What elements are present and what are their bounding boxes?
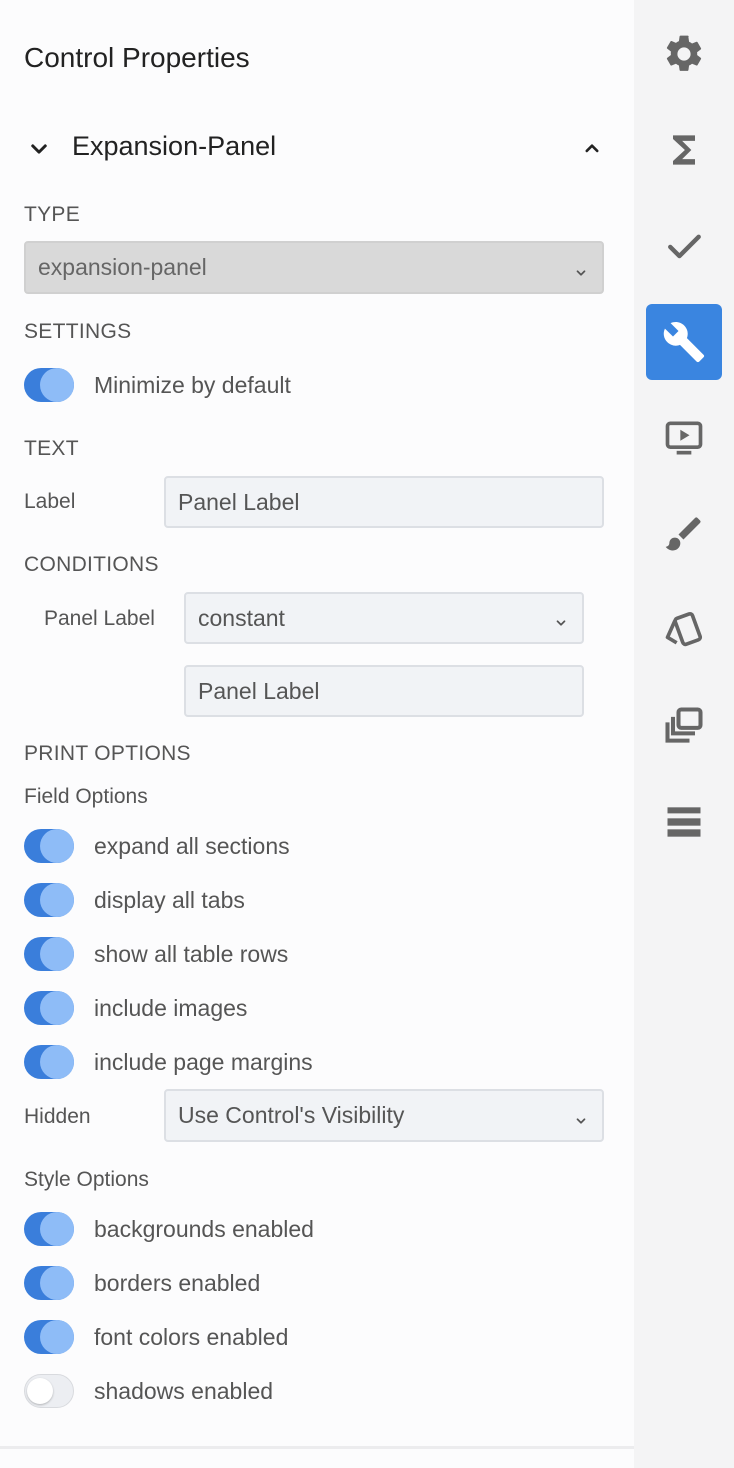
panel-bottom-divider [0,1446,634,1449]
conditions-heading: CONDITIONS [24,553,159,576]
backgrounds-enabled-label: backgrounds enabled [94,1216,314,1242]
cards-icon[interactable] [646,592,722,668]
control-properties-panel: Control Properties Expansion-Panel TYPE … [0,0,634,1468]
shadows-enabled-label: shadows enabled [94,1378,274,1404]
style-options-label: Style Options [24,1168,149,1191]
type-select[interactable]: expansion-panel [24,241,604,294]
label-input[interactable]: Panel Label [164,476,604,528]
condition-mode-value: constant [198,604,285,631]
minimize-label: Minimize by default [94,372,291,398]
borders-enabled-label: borders enabled [94,1270,261,1296]
borders-enabled-toggle[interactable] [24,1266,74,1300]
chevron-up-icon[interactable] [578,134,606,162]
video-play-icon[interactable] [646,400,722,476]
font-colors-enabled-toggle[interactable] [24,1320,74,1354]
condition-field-label: Panel Label [44,607,155,630]
hidden-select[interactable]: Use Control's Visibility [164,1089,604,1142]
stack-icon[interactable] [646,688,722,764]
expand-all-sections-toggle[interactable] [24,829,74,863]
print-options-heading: PRINT OPTIONS [24,742,191,765]
text-heading: TEXT [24,437,79,460]
include-images-label: include images [94,995,248,1021]
settings-heading: SETTINGS [24,320,132,343]
hidden-label: Hidden [24,1105,91,1128]
chevron-down-icon [554,609,568,626]
display-all-tabs-toggle[interactable] [24,883,74,917]
shadows-enabled-toggle[interactable] [24,1374,74,1408]
condition-value-input[interactable]: Panel Label [184,665,584,717]
include-images-toggle[interactable] [24,991,74,1025]
display-all-tabs-label: display all tabs [94,887,245,913]
list-icon[interactable] [646,784,722,860]
gear-icon[interactable] [646,16,722,92]
sigma-icon[interactable] [646,112,722,188]
expand-all-sections-label: expand all sections [94,833,290,859]
hidden-select-value: Use Control's Visibility [178,1102,405,1128]
condition-value-text: Panel Label [198,677,320,704]
include-page-margins-label: include page margins [94,1049,313,1075]
show-all-table-rows-toggle[interactable] [24,937,74,971]
type-select-value: expansion-panel [38,254,207,280]
chevron-down-icon [574,1107,588,1124]
wrench-icon[interactable] [646,304,722,380]
page-title: Control Properties [24,42,250,73]
chevron-down-icon[interactable] [24,134,54,164]
expansion-panel-title[interactable]: Expansion-Panel [72,131,276,162]
field-options-label: Field Options [24,785,148,808]
brush-icon[interactable] [646,496,722,572]
check-icon[interactable] [646,208,722,284]
include-page-margins-toggle[interactable] [24,1045,74,1079]
label-input-value: Panel Label [178,488,300,515]
show-all-table-rows-label: show all table rows [94,941,289,967]
minimize-toggle[interactable] [24,368,74,402]
chevron-down-icon [574,259,588,276]
condition-mode-select[interactable]: constant [184,592,584,644]
font-colors-enabled-label: font colors enabled [94,1324,289,1350]
backgrounds-enabled-toggle[interactable] [24,1212,74,1246]
label-field-label: Label [24,490,76,513]
type-heading: TYPE [24,203,81,226]
